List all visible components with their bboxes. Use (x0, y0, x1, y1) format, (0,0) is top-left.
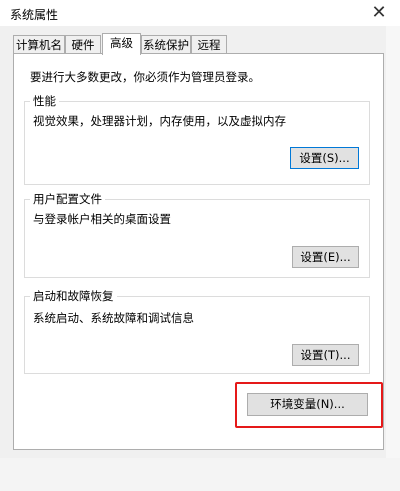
close-icon[interactable]: ✕ (368, 3, 390, 23)
user-profiles-group-title: 用户配置文件 (30, 191, 105, 207)
tab-hardware[interactable]: 硬件 (65, 35, 101, 53)
admin-notice: 要进行大多数更改，你必须作为管理员登录。 (30, 70, 260, 84)
performance-settings-button[interactable]: 设置(S)... (290, 147, 359, 169)
startup-recovery-group-title: 启动和故障恢复 (30, 288, 117, 304)
tab-computer-name[interactable]: 计算机名 (13, 35, 65, 53)
background-strip (386, 26, 400, 491)
user-profiles-description: 与登录帐户相关的桌面设置 (33, 212, 171, 226)
highlight-box (235, 382, 383, 428)
background-strip-bottom (0, 458, 400, 491)
tab-remote[interactable]: 远程 (191, 35, 227, 53)
window-title: 系统属性 (10, 8, 59, 22)
performance-group-title: 性能 (30, 93, 59, 109)
startup-recovery-settings-button[interactable]: 设置(T)... (292, 344, 359, 366)
tab-advanced[interactable]: 高级 (102, 33, 141, 55)
performance-description: 视觉效果，处理器计划，内存使用，以及虚拟内存 (33, 114, 286, 128)
title-bar: 系统属性 ✕ (0, 0, 400, 26)
startup-recovery-description: 系统启动、系统故障和调试信息 (33, 311, 194, 325)
user-profiles-settings-button[interactable]: 设置(E)... (292, 246, 359, 268)
tab-system-protection[interactable]: 系统保护 (141, 35, 191, 53)
